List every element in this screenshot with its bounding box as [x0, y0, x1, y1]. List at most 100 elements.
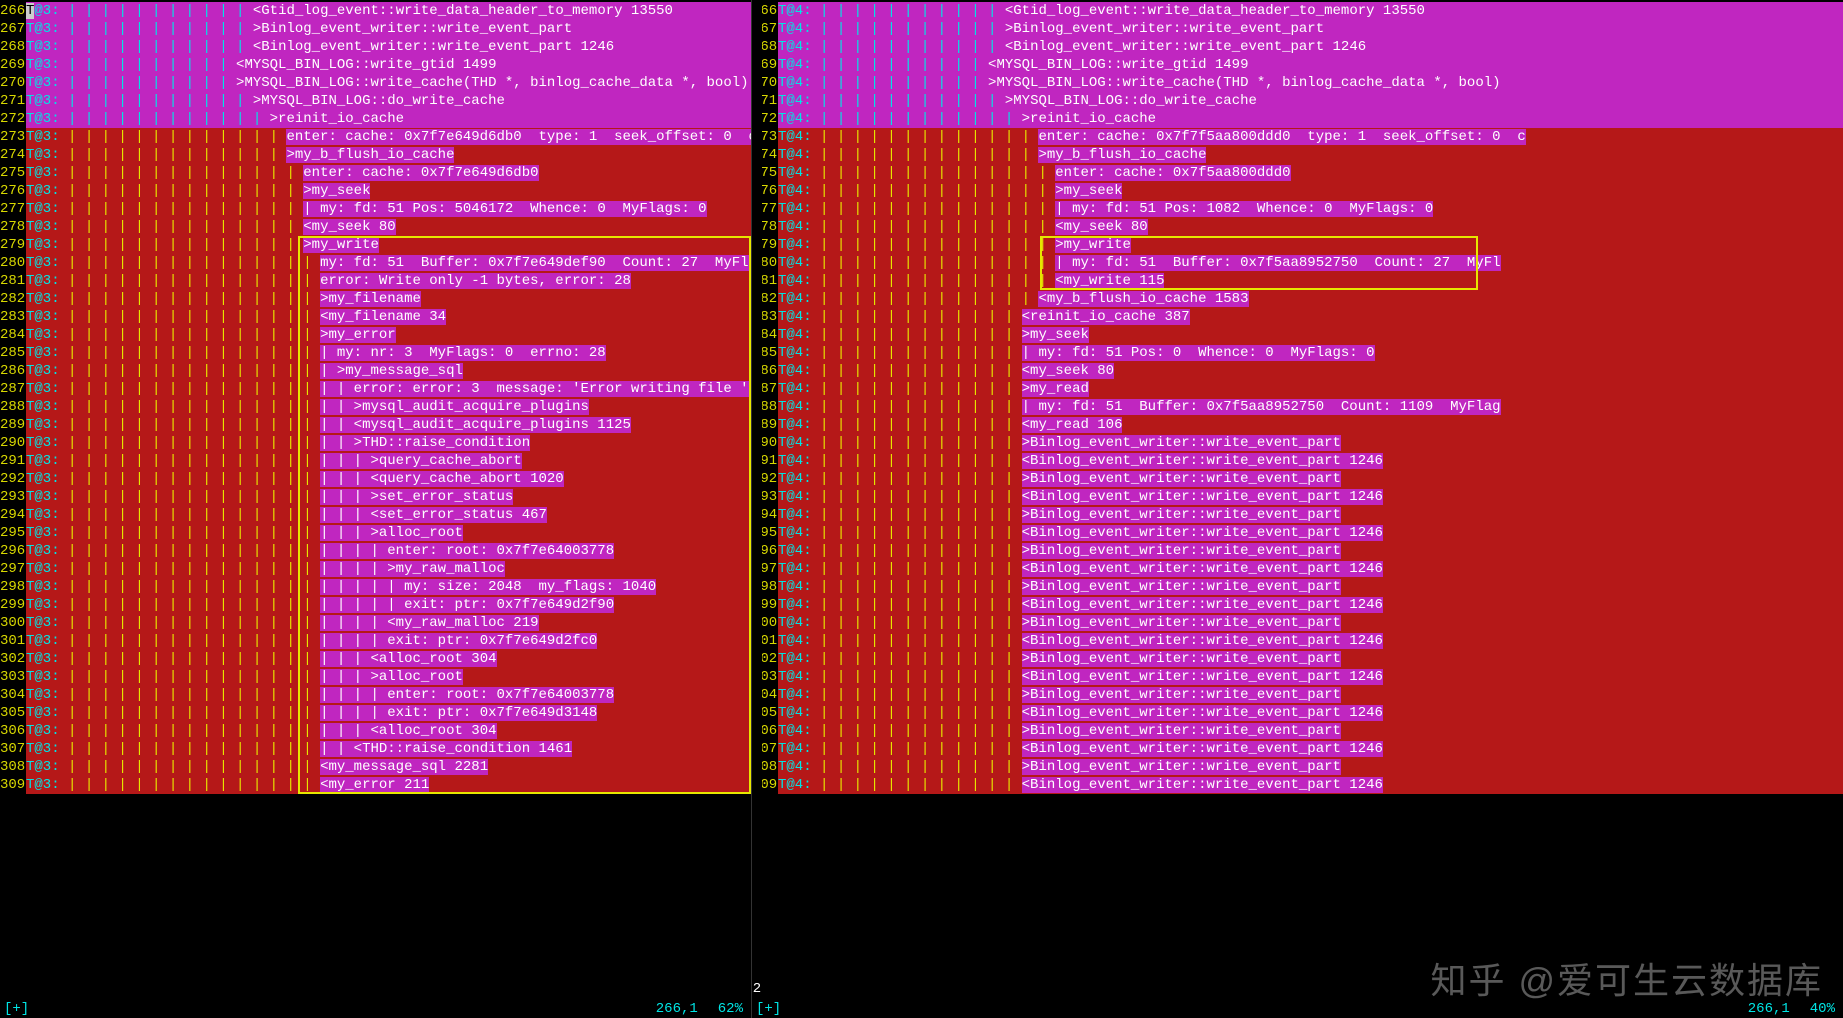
- log-line[interactable]: 274T@4: | | | | | | | | | | | | | >my_b_…: [752, 146, 1843, 164]
- log-line[interactable]: 297T@3: | | | | | | | | | | | | | | | | …: [0, 560, 751, 578]
- log-line[interactable]: 300T@4: | | | | | | | | | | | | >Binlog_…: [752, 614, 1843, 632]
- thread-label: T@4:: [778, 669, 812, 685]
- depth-indicator: | | | | | | | | | | | | | | |: [68, 543, 320, 559]
- log-line[interactable]: 301T@3: | | | | | | | | | | | | | | | | …: [0, 632, 751, 650]
- log-line[interactable]: 309T@3: | | | | | | | | | | | | | | | <m…: [0, 776, 751, 794]
- log-line[interactable]: 302T@4: | | | | | | | | | | | | >Binlog_…: [752, 650, 1843, 668]
- log-line[interactable]: 281T@3: | | | | | | | | | | | | | | | er…: [0, 272, 751, 290]
- depth-indicator: | | | | | | | | | | | | | | |: [68, 651, 320, 667]
- log-line[interactable]: 284T@4: | | | | | | | | | | | | >my_seek: [752, 326, 1843, 344]
- log-line[interactable]: 272T@4: | | | | | | | | | | | | >reinit_…: [752, 110, 1843, 128]
- log-line[interactable]: 282T@4: | | | | | | | | | | | | | <my_b_…: [752, 290, 1843, 308]
- log-line[interactable]: 295T@3: | | | | | | | | | | | | | | | | …: [0, 524, 751, 542]
- log-line[interactable]: 299T@3: | | | | | | | | | | | | | | | | …: [0, 596, 751, 614]
- log-line[interactable]: 268T@4: | | | | | | | | | | | <Binlog_ev…: [752, 38, 1843, 56]
- log-line[interactable]: 278T@3: | | | | | | | | | | | | | | <my_…: [0, 218, 751, 236]
- log-line[interactable]: 294T@3: | | | | | | | | | | | | | | | | …: [0, 506, 751, 524]
- log-line[interactable]: 279T@3: | | | | | | | | | | | | | | >my_…: [0, 236, 751, 254]
- log-line[interactable]: 277T@4: | | | | | | | | | | | | | | | my…: [752, 200, 1843, 218]
- log-line[interactable]: 276T@4: | | | | | | | | | | | | | | >my_…: [752, 182, 1843, 200]
- vertical-split-divider[interactable]: 2: [752, 0, 762, 1000]
- log-line[interactable]: 266T@4: | | | | | | | | | | | <Gtid_log_…: [752, 2, 1843, 20]
- log-line[interactable]: 269T@4: | | | | | | | | | | <MYSQL_BIN_L…: [752, 56, 1843, 74]
- log-line[interactable]: 301T@4: | | | | | | | | | | | | <Binlog_…: [752, 632, 1843, 650]
- log-line[interactable]: 274T@3: | | | | | | | | | | | | | >my_b_…: [0, 146, 751, 164]
- log-line[interactable]: 285T@4: | | | | | | | | | | | | | my: fd…: [752, 344, 1843, 362]
- log-line[interactable]: 287T@3: | | | | | | | | | | | | | | | | …: [0, 380, 751, 398]
- log-line[interactable]: 308T@4: | | | | | | | | | | | | >Binlog_…: [752, 758, 1843, 776]
- log-line[interactable]: 298T@4: | | | | | | | | | | | | >Binlog_…: [752, 578, 1843, 596]
- log-line[interactable]: 303T@4: | | | | | | | | | | | | <Binlog_…: [752, 668, 1843, 686]
- log-line[interactable]: 288T@3: | | | | | | | | | | | | | | | | …: [0, 398, 751, 416]
- log-line[interactable]: 282T@3: | | | | | | | | | | | | | | | >m…: [0, 290, 751, 308]
- log-line[interactable]: 278T@4: | | | | | | | | | | | | | | <my_…: [752, 218, 1843, 236]
- thread-label: T@3:: [26, 21, 60, 37]
- log-line[interactable]: 283T@4: | | | | | | | | | | | | <reinit_…: [752, 308, 1843, 326]
- log-line[interactable]: 289T@4: | | | | | | | | | | | | <my_read…: [752, 416, 1843, 434]
- log-line[interactable]: 270T@4: | | | | | | | | | | >MYSQL_BIN_L…: [752, 74, 1843, 92]
- depth-indicator: | | | | | | | | | | | |: [820, 741, 1022, 757]
- log-line[interactable]: 290T@4: | | | | | | | | | | | | >Binlog_…: [752, 434, 1843, 452]
- log-line[interactable]: 290T@3: | | | | | | | | | | | | | | | | …: [0, 434, 751, 452]
- log-line[interactable]: 302T@3: | | | | | | | | | | | | | | | | …: [0, 650, 751, 668]
- log-line[interactable]: 289T@3: | | | | | | | | | | | | | | | | …: [0, 416, 751, 434]
- thread-label: T@4:: [778, 57, 812, 73]
- line-number: 304: [0, 686, 26, 704]
- log-line[interactable]: 275T@3: | | | | | | | | | | | | | | ente…: [0, 164, 751, 182]
- log-line[interactable]: 280T@3: | | | | | | | | | | | | | | | my…: [0, 254, 751, 272]
- log-line[interactable]: 276T@3: | | | | | | | | | | | | | | >my_…: [0, 182, 751, 200]
- log-line[interactable]: 307T@3: | | | | | | | | | | | | | | | | …: [0, 740, 751, 758]
- log-line[interactable]: 271T@4: | | | | | | | | | | | >MYSQL_BIN…: [752, 92, 1843, 110]
- log-line[interactable]: 297T@4: | | | | | | | | | | | | <Binlog_…: [752, 560, 1843, 578]
- log-line[interactable]: 298T@3: | | | | | | | | | | | | | | | | …: [0, 578, 751, 596]
- log-line[interactable]: 286T@4: | | | | | | | | | | | | <my_seek…: [752, 362, 1843, 380]
- log-line[interactable]: 271T@3: | | | | | | | | | | | >MYSQL_BIN…: [0, 92, 751, 110]
- log-line[interactable]: 291T@4: | | | | | | | | | | | | <Binlog_…: [752, 452, 1843, 470]
- log-line[interactable]: 307T@4: | | | | | | | | | | | | <Binlog_…: [752, 740, 1843, 758]
- log-line[interactable]: 277T@3: | | | | | | | | | | | | | | | my…: [0, 200, 751, 218]
- log-line[interactable]: 267T@4: | | | | | | | | | | | >Binlog_ev…: [752, 20, 1843, 38]
- log-line[interactable]: 268T@3: | | | | | | | | | | | <Binlog_ev…: [0, 38, 751, 56]
- log-line[interactable]: 269T@3: | | | | | | | | | | <MYSQL_BIN_L…: [0, 56, 751, 74]
- log-line[interactable]: 286T@3: | | | | | | | | | | | | | | | | …: [0, 362, 751, 380]
- log-line[interactable]: 266T@3: | | | | | | | | | | | <Gtid_log_…: [0, 2, 751, 20]
- log-line[interactable]: 273T@3: | | | | | | | | | | | | | enter:…: [0, 128, 751, 146]
- log-line[interactable]: 285T@3: | | | | | | | | | | | | | | | | …: [0, 344, 751, 362]
- log-line[interactable]: 305T@3: | | | | | | | | | | | | | | | | …: [0, 704, 751, 722]
- log-line[interactable]: 279T@4: | | | | | | | | | | | | | | >my_…: [752, 236, 1843, 254]
- log-line[interactable]: 275T@4: | | | | | | | | | | | | | | ente…: [752, 164, 1843, 182]
- log-line[interactable]: 304T@3: | | | | | | | | | | | | | | | | …: [0, 686, 751, 704]
- log-line[interactable]: 309T@4: | | | | | | | | | | | | <Binlog_…: [752, 776, 1843, 794]
- log-line[interactable]: 296T@3: | | | | | | | | | | | | | | | | …: [0, 542, 751, 560]
- log-line[interactable]: 293T@4: | | | | | | | | | | | | <Binlog_…: [752, 488, 1843, 506]
- log-line[interactable]: 303T@3: | | | | | | | | | | | | | | | | …: [0, 668, 751, 686]
- log-line[interactable]: 296T@4: | | | | | | | | | | | | >Binlog_…: [752, 542, 1843, 560]
- log-line[interactable]: 304T@4: | | | | | | | | | | | | >Binlog_…: [752, 686, 1843, 704]
- log-line[interactable]: 292T@4: | | | | | | | | | | | | >Binlog_…: [752, 470, 1843, 488]
- log-line[interactable]: 292T@3: | | | | | | | | | | | | | | | | …: [0, 470, 751, 488]
- log-line[interactable]: 293T@3: | | | | | | | | | | | | | | | | …: [0, 488, 751, 506]
- log-line[interactable]: 306T@4: | | | | | | | | | | | | >Binlog_…: [752, 722, 1843, 740]
- log-line[interactable]: 288T@4: | | | | | | | | | | | | | my: fd…: [752, 398, 1843, 416]
- log-line[interactable]: 267T@3: | | | | | | | | | | | >Binlog_ev…: [0, 20, 751, 38]
- log-line[interactable]: 280T@4: | | | | | | | | | | | | | | | my…: [752, 254, 1843, 272]
- log-line[interactable]: 284T@3: | | | | | | | | | | | | | | | >m…: [0, 326, 751, 344]
- log-line[interactable]: 272T@3: | | | | | | | | | | | | >reinit_…: [0, 110, 751, 128]
- log-line[interactable]: 287T@4: | | | | | | | | | | | | >my_read: [752, 380, 1843, 398]
- log-line[interactable]: 291T@3: | | | | | | | | | | | | | | | | …: [0, 452, 751, 470]
- thread-label: T@3:: [26, 3, 60, 19]
- log-line[interactable]: 300T@3: | | | | | | | | | | | | | | | | …: [0, 614, 751, 632]
- log-line[interactable]: 273T@4: | | | | | | | | | | | | | enter:…: [752, 128, 1843, 146]
- log-line[interactable]: 306T@3: | | | | | | | | | | | | | | | | …: [0, 722, 751, 740]
- log-line[interactable]: 270T@3: | | | | | | | | | | >MYSQL_BIN_L…: [0, 74, 751, 92]
- log-line[interactable]: 308T@3: | | | | | | | | | | | | | | | <m…: [0, 758, 751, 776]
- log-text: >MYSQL_BIN_LOG::write_cache(THD *, binlo…: [988, 75, 1500, 91]
- log-line[interactable]: 295T@4: | | | | | | | | | | | | <Binlog_…: [752, 524, 1843, 542]
- log-line[interactable]: 283T@3: | | | | | | | | | | | | | | | <m…: [0, 308, 751, 326]
- log-line[interactable]: 299T@4: | | | | | | | | | | | | <Binlog_…: [752, 596, 1843, 614]
- log-line[interactable]: 305T@4: | | | | | | | | | | | | <Binlog_…: [752, 704, 1843, 722]
- diff-pane-right[interactable]: 266T@4: | | | | | | | | | | | <Gtid_log_…: [752, 0, 1843, 1018]
- diff-pane-left[interactable]: 266T@3: | | | | | | | | | | | <Gtid_log_…: [0, 0, 752, 1018]
- log-line[interactable]: 294T@4: | | | | | | | | | | | | >Binlog_…: [752, 506, 1843, 524]
- log-line[interactable]: 281T@4: | | | | | | | | | | | | | | <my_…: [752, 272, 1843, 290]
